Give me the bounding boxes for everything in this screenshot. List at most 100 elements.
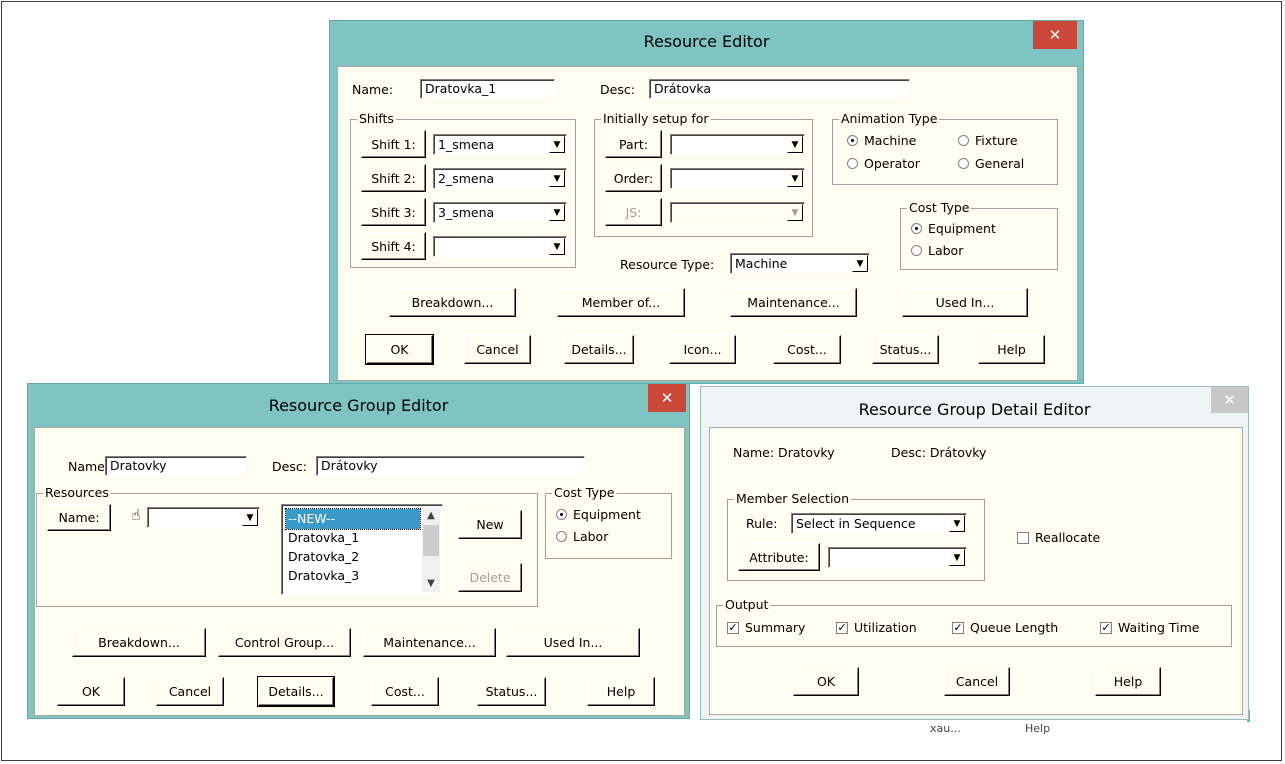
member-selection-group: Member Selection Rule: Select in Sequenc… bbox=[727, 491, 985, 581]
name-field[interactable]: Dratovka_1 bbox=[420, 79, 555, 99]
scroll-down-icon[interactable]: ▼ bbox=[422, 575, 440, 592]
cancel-button[interactable]: Cancel bbox=[156, 677, 224, 706]
delete-button: Delete bbox=[458, 563, 522, 592]
list-item[interactable]: Dratovka_1 bbox=[286, 528, 420, 548]
close-icon[interactable]: ✕ bbox=[1033, 21, 1077, 49]
order-select[interactable]: ▼ bbox=[670, 168, 805, 189]
details-button[interactable]: Details... bbox=[257, 676, 335, 707]
resource-group-editor-window: Resource Group Editor ✕ Name: Dratovky D… bbox=[27, 383, 690, 719]
cost-button[interactable]: Cost... bbox=[773, 335, 841, 364]
rule-select[interactable]: Select in Sequence ▼ bbox=[791, 513, 967, 534]
shift-1-button[interactable]: Shift 1: bbox=[361, 130, 426, 158]
scroll-up-icon[interactable]: ▲ bbox=[422, 507, 440, 524]
ok-button[interactable]: OK bbox=[365, 334, 434, 365]
name-field[interactable]: Dratovky bbox=[105, 456, 247, 476]
used-in-button[interactable]: Used In... bbox=[506, 628, 640, 657]
detail-editor-client: Name: Dratovky Desc: Drátovky Member Sel… bbox=[709, 427, 1243, 715]
status-button[interactable]: Status... bbox=[477, 677, 546, 706]
member-of-button[interactable]: Member of... bbox=[557, 288, 685, 317]
group-desc-text: Desc: Drátovky bbox=[891, 445, 987, 460]
maintenance-button[interactable]: Maintenance... bbox=[730, 288, 857, 317]
chevron-down-icon[interactable]: ▼ bbox=[242, 509, 258, 526]
chevron-down-icon[interactable]: ▼ bbox=[949, 515, 965, 532]
resource-list[interactable]: --NEW-- Dratovka_1 Dratovka_2 Dratovka_3… bbox=[281, 504, 443, 595]
list-item[interactable]: --NEW-- bbox=[285, 508, 421, 530]
name-label: Name: bbox=[68, 459, 110, 474]
chevron-down-icon: ▼ bbox=[787, 204, 803, 221]
reallocate-checkbox[interactable]: Reallocate bbox=[1017, 530, 1100, 545]
status-button[interactable]: Status... bbox=[872, 335, 939, 364]
attribute-button[interactable]: Attribute: bbox=[738, 543, 820, 571]
shifts-group: Shifts Shift 1: 1_smena ▼ Shift 2: 2_smen… bbox=[350, 111, 576, 268]
shift-1-select[interactable]: 1_smena ▼ bbox=[433, 134, 567, 155]
list-scrollbar[interactable]: ▲ ▼ bbox=[422, 507, 440, 592]
icon-button[interactable]: Icon... bbox=[669, 335, 736, 364]
chevron-down-icon[interactable]: ▼ bbox=[549, 136, 565, 153]
list-item[interactable]: Dratovka_2 bbox=[286, 547, 420, 567]
part-select[interactable]: ▼ bbox=[670, 134, 805, 155]
breakdown-button[interactable]: Breakdown... bbox=[72, 628, 206, 657]
control-group-button[interactable]: Control Group... bbox=[218, 628, 351, 657]
group-name-text: Name: Dratovky bbox=[733, 445, 835, 460]
name-button[interactable]: Name: bbox=[47, 504, 111, 531]
output-waiting-time-checkbox[interactable]: ✓ Waiting Time bbox=[1100, 620, 1200, 635]
member-selection-caption: Member Selection bbox=[734, 491, 851, 506]
scroll-thumb[interactable] bbox=[423, 525, 439, 556]
cost-button[interactable]: Cost... bbox=[371, 677, 439, 706]
animation-operator-radio[interactable]: Operator bbox=[847, 156, 920, 171]
cost-labor-radio[interactable]: Labor bbox=[556, 529, 608, 544]
animation-general-radio[interactable]: General bbox=[958, 156, 1024, 171]
chevron-down-icon[interactable]: ▼ bbox=[787, 136, 803, 153]
cost-type-group: Cost Type Equipment Labor bbox=[900, 200, 1058, 270]
chevron-down-icon[interactable]: ▼ bbox=[549, 204, 565, 221]
shift-3-button[interactable]: Shift 3: bbox=[361, 198, 426, 226]
cancel-button[interactable]: Cancel bbox=[944, 667, 1010, 696]
chevron-down-icon[interactable]: ▼ bbox=[549, 170, 565, 187]
rule-label: Rule: bbox=[746, 516, 778, 531]
details-button[interactable]: Details... bbox=[564, 335, 634, 364]
cancel-button[interactable]: Cancel bbox=[464, 335, 531, 364]
cost-labor-radio[interactable]: Labor bbox=[911, 243, 963, 258]
breakdown-button[interactable]: Breakdown... bbox=[389, 288, 516, 317]
close-icon[interactable]: ✕ bbox=[648, 384, 686, 412]
animation-machine-radio[interactable]: Machine bbox=[847, 133, 916, 148]
maintenance-button[interactable]: Maintenance... bbox=[363, 628, 496, 657]
resource-type-label: Resource Type: bbox=[620, 257, 715, 272]
shift-3-select[interactable]: 3_smena ▼ bbox=[433, 202, 567, 223]
help-button[interactable]: Help bbox=[587, 677, 655, 706]
new-button[interactable]: New bbox=[458, 510, 522, 539]
order-button[interactable]: Order: bbox=[605, 164, 662, 192]
chevron-down-icon[interactable]: ▼ bbox=[949, 549, 965, 566]
shift-4-select[interactable]: ▼ bbox=[433, 236, 567, 257]
shift-2-button[interactable]: Shift 2: bbox=[361, 164, 426, 192]
js-button: JS: bbox=[605, 198, 662, 226]
ok-button[interactable]: OK bbox=[57, 677, 125, 706]
help-button[interactable]: Help bbox=[1095, 667, 1161, 696]
cost-equipment-radio[interactable]: Equipment bbox=[556, 507, 641, 522]
output-queue-length-checkbox[interactable]: ✓ Queue Length bbox=[952, 620, 1058, 635]
animation-fixture-radio[interactable]: Fixture bbox=[958, 133, 1018, 148]
shift-2-select[interactable]: 2_smena ▼ bbox=[433, 168, 567, 189]
used-in-button[interactable]: Used In... bbox=[902, 288, 1028, 317]
ok-button[interactable]: OK bbox=[793, 667, 859, 696]
output-summary-checkbox[interactable]: ✓ Summary bbox=[727, 620, 805, 635]
attribute-select[interactable]: ▼ bbox=[828, 547, 967, 568]
desc-field[interactable]: Drátovka bbox=[649, 79, 910, 99]
resource-type-select[interactable]: Machine ▼ bbox=[730, 253, 870, 274]
output-utilization-checkbox[interactable]: ✓ Utilization bbox=[836, 620, 917, 635]
chevron-down-icon[interactable]: ▼ bbox=[787, 170, 803, 187]
resource-select[interactable]: ▼ bbox=[147, 507, 260, 528]
shift-4-button[interactable]: Shift 4: bbox=[361, 232, 426, 260]
chevron-down-icon[interactable]: ▼ bbox=[852, 255, 868, 272]
desc-field[interactable]: Drátovky bbox=[316, 456, 585, 476]
js-select: ▼ bbox=[670, 202, 805, 223]
close-icon[interactable]: ✕ bbox=[1211, 387, 1248, 413]
cost-type-caption: Cost Type bbox=[907, 200, 972, 215]
resource-group-editor-client: Name: Dratovky Desc: Drátovky Resources … bbox=[34, 427, 685, 716]
resource-editor-client: Name: Dratovka_1 Desc: Drátovka Shifts S… bbox=[337, 66, 1078, 381]
chevron-down-icon[interactable]: ▼ bbox=[549, 238, 565, 255]
cost-equipment-radio[interactable]: Equipment bbox=[911, 221, 996, 236]
part-button[interactable]: Part: bbox=[605, 130, 662, 158]
help-button[interactable]: Help bbox=[978, 335, 1045, 364]
list-item[interactable]: Dratovka_3 bbox=[286, 566, 420, 586]
